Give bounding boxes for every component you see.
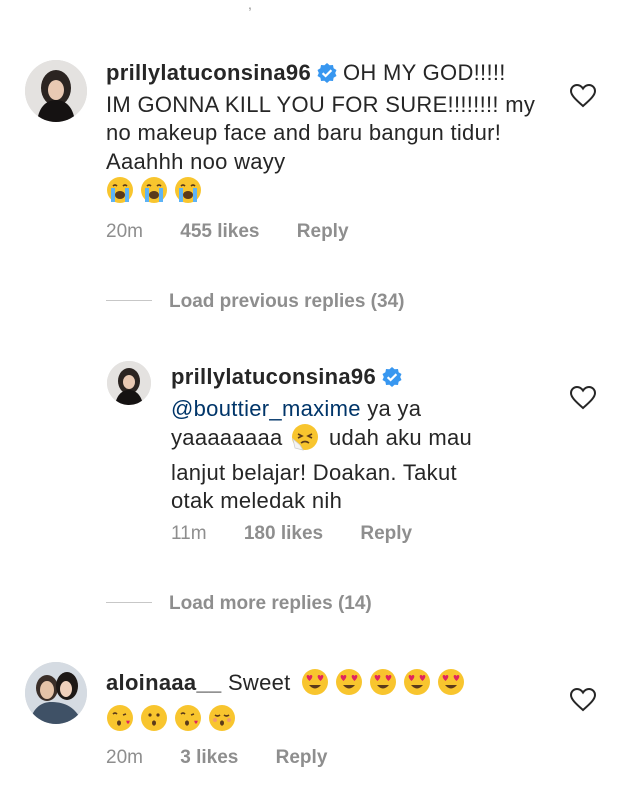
avatar[interactable] <box>107 361 151 405</box>
avatar[interactable] <box>25 60 87 122</box>
verified-badge-icon <box>317 62 337 91</box>
mention-link[interactable]: @bouttier_maxime <box>171 396 361 421</box>
heart-eyes-emoji-icon <box>369 668 397 704</box>
comment-body: yaaaaaaaa <box>171 425 283 450</box>
like-heart-icon[interactable] <box>569 83 597 113</box>
kissing-heart-emoji-icon <box>106 704 134 740</box>
divider-line <box>106 300 152 301</box>
likes-count[interactable]: 3 likes <box>180 747 238 768</box>
reply-button[interactable]: Reply <box>276 747 328 768</box>
crying-emoji-icon <box>174 176 202 212</box>
comment-time: 11m <box>171 523 207 544</box>
comment-body: ya ya <box>367 395 422 421</box>
crying-emoji-icon <box>106 176 134 212</box>
load-more-replies-label: Load more replies (14) <box>169 593 372 614</box>
comment-body: udah aku mau <box>329 425 473 450</box>
load-previous-replies-button[interactable]: Load previous replies (34) <box>106 291 404 313</box>
comment-time: 20m <box>106 747 143 768</box>
divider-line <box>106 602 152 603</box>
comment-time: 20m <box>106 221 143 242</box>
like-heart-icon[interactable] <box>569 385 597 415</box>
comment-body: Sweet <box>227 670 291 695</box>
likes-count[interactable]: 455 likes <box>180 221 259 242</box>
load-more-replies-button[interactable]: Load more replies (14) <box>106 593 372 615</box>
crying-emoji-icon <box>140 176 168 212</box>
previous-text-fragment: , <box>248 0 252 12</box>
like-heart-icon[interactable] <box>569 687 597 717</box>
heart-eyes-emoji-icon <box>403 668 431 704</box>
comment-body: otak meledak nih <box>171 488 343 513</box>
kissing-emoji-icon <box>140 704 168 740</box>
kissing-heart-emoji-icon <box>174 704 202 740</box>
comment-text: prillylatuconsina96 @bouttier_maxime ya … <box>171 363 531 516</box>
comment-meta: 20m 455 likes Reply <box>106 221 381 243</box>
kissing-closed-eyes-emoji-icon <box>208 704 236 740</box>
comment-text: prillylatuconsina96 OH MY GOD!!!!! IM GON… <box>106 59 536 212</box>
comment-username[interactable]: prillylatuconsina96 <box>171 364 376 389</box>
comment-meta: 20m 3 likes Reply <box>106 747 359 769</box>
likes-count[interactable]: 180 likes <box>244 523 323 544</box>
reply-button[interactable]: Reply <box>360 523 412 544</box>
comment-text: aloinaaa__ Sweet <box>106 668 536 739</box>
sneezing-face-emoji-icon <box>291 423 319 459</box>
comment-body: lanjut belajar! Doakan. Takut <box>171 459 457 485</box>
heart-eyes-emoji-icon <box>301 668 329 704</box>
comment-meta: 11m 180 likes Reply <box>171 523 444 545</box>
heart-eyes-emoji-icon <box>335 668 363 704</box>
verified-badge-icon <box>382 366 402 395</box>
reply-button[interactable]: Reply <box>297 221 349 242</box>
load-previous-replies-label: Load previous replies (34) <box>169 291 405 312</box>
avatar[interactable] <box>25 662 87 724</box>
heart-eyes-emoji-icon <box>437 668 465 704</box>
comment-username[interactable]: prillylatuconsina96 <box>106 60 311 85</box>
comment-username[interactable]: aloinaaa__ <box>106 670 222 695</box>
